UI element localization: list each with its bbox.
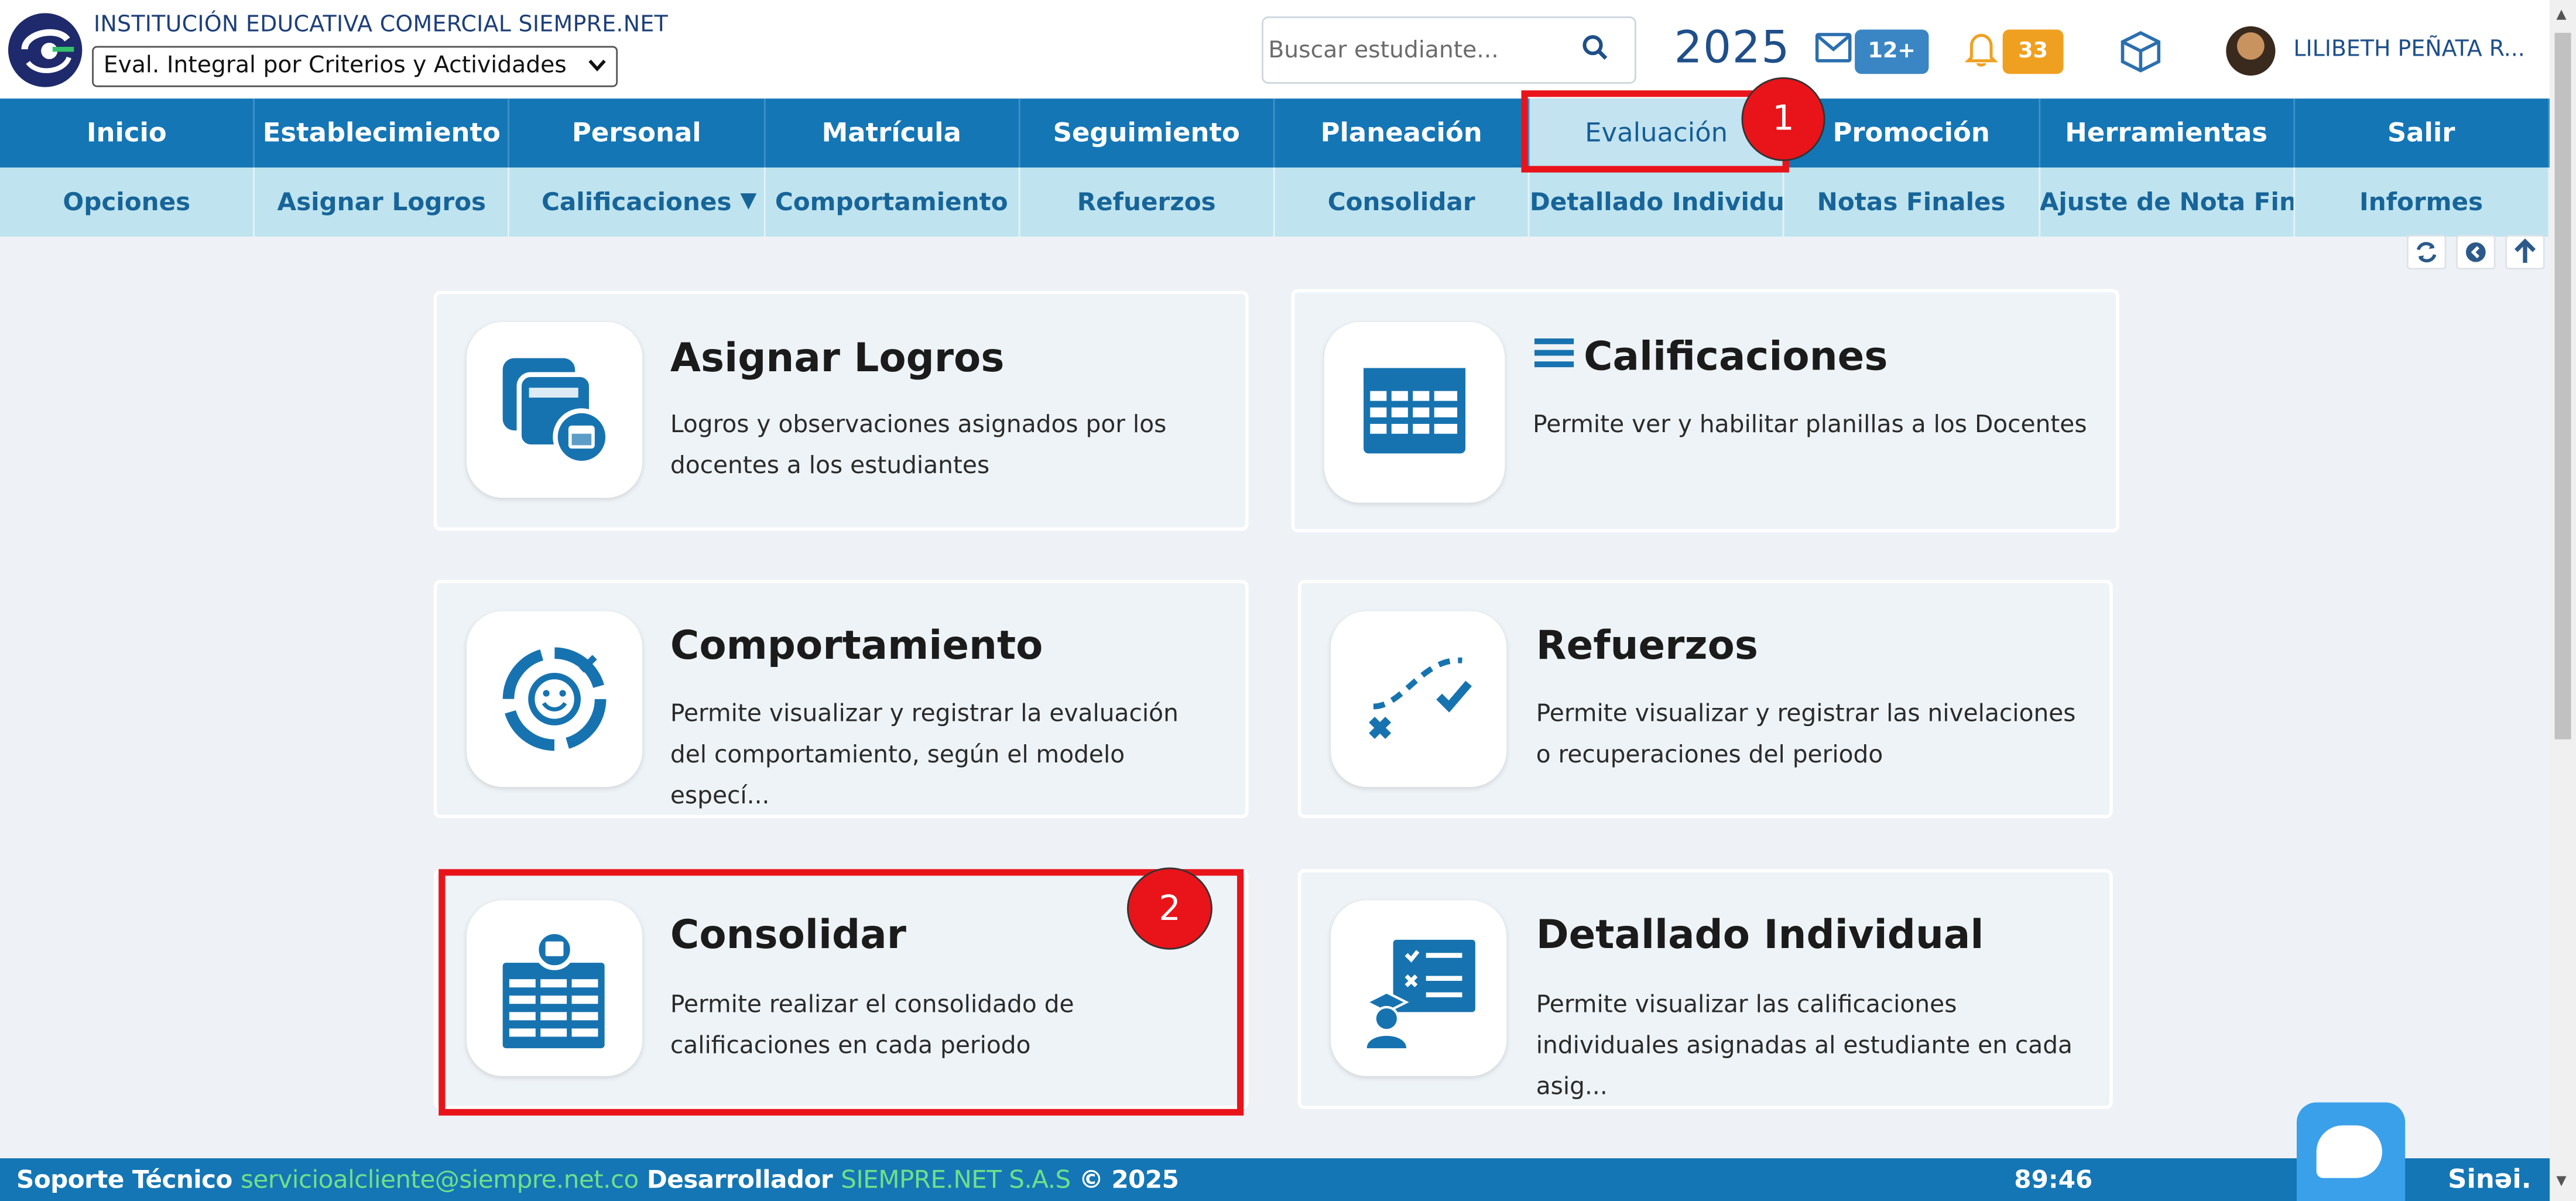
nav-herramientas[interactable]: Herramientas xyxy=(2040,98,2295,168)
card-title: Calificaciones xyxy=(1584,333,1888,380)
brand-logo-text: Sinəi. xyxy=(2448,1163,2532,1195)
refresh-icon xyxy=(2416,242,2437,263)
card-title: Comportamiento xyxy=(670,622,1043,669)
page-scrollbar[interactable]: ▲ ▼ xyxy=(2550,0,2576,1201)
student-search-input[interactable] xyxy=(1268,31,1564,71)
search-box xyxy=(1262,16,1636,84)
caret-down-icon: ▼ xyxy=(740,189,757,214)
main-nav: Inicio Establecimiento Personal Matrícul… xyxy=(0,98,2550,168)
chat-icon xyxy=(2316,1125,2382,1178)
card-icon-box xyxy=(1330,611,1507,787)
session-timer: 89:46 xyxy=(2014,1165,2093,1195)
card-refuerzos[interactable]: Refuerzos Permite visualizar y registrar… xyxy=(1297,580,2113,819)
institution-name: INSTITUCIÓN EDUCATIVA COMERCIAL SIEMPRE.… xyxy=(93,11,669,38)
scroll-top-button[interactable] xyxy=(2505,235,2545,270)
card-icon-box xyxy=(1330,900,1507,1076)
scroll-down-arrow-icon[interactable]: ▼ xyxy=(2556,1173,2566,1188)
card-asignar-logros[interactable]: Asignar Logros Logros y observaciones as… xyxy=(433,290,1249,531)
card-description: Permite ver y habilitar planillas a los … xyxy=(1533,412,2087,439)
top-header: INSTITUCIÓN EDUCATIVA COMERCIAL SIEMPRE.… xyxy=(0,0,2550,99)
mail-count-badge[interactable]: 12+ xyxy=(1855,29,1929,74)
card-description: Permite visualizar las calificaciones in… xyxy=(1536,992,2073,1101)
nav-planeacion[interactable]: Planeación xyxy=(1275,98,1530,168)
card-description: Logros y observaciones asignados por los… xyxy=(670,412,1167,480)
institution-logo[interactable] xyxy=(8,13,83,87)
card-icon-box xyxy=(1324,321,1505,503)
annotation-step-2: 2 xyxy=(1126,867,1212,950)
card-comportamiento[interactable]: Comportamiento Permite visualizar y regi… xyxy=(433,580,1249,819)
card-title: Asignar Logros xyxy=(670,335,1005,381)
sub-nav: Opciones Asignar Logros Calificaciones ▼… xyxy=(0,167,2550,237)
subnav-asignar-logros[interactable]: Asignar Logros xyxy=(255,167,510,237)
page: INSTITUCIÓN EDUCATIVA COMERCIAL SIEMPRE.… xyxy=(0,0,2576,1201)
back-button[interactable] xyxy=(2456,235,2496,270)
support-label: Soporte Técnico xyxy=(16,1165,232,1195)
subnav-detallado-individual[interactable]: Detallado Individual xyxy=(1530,167,1785,237)
bell-icon[interactable] xyxy=(1964,31,1998,74)
school-year[interactable]: 2025 xyxy=(1674,23,1790,74)
reinforcement-curve-icon xyxy=(1369,657,1472,739)
subnav-opciones[interactable]: Opciones xyxy=(0,167,255,237)
back-icon xyxy=(2465,242,2486,262)
nav-inicio[interactable]: Inicio xyxy=(0,98,255,168)
card-detallado-individual[interactable]: Detallado Individual Permite visualizar … xyxy=(1297,869,2113,1109)
achievements-icon xyxy=(502,358,611,466)
subnav-consolidar[interactable]: Consolidar xyxy=(1275,167,1530,237)
nav-matricula[interactable]: Matrícula xyxy=(765,98,1020,168)
scroll-up-arrow-icon[interactable]: ▲ xyxy=(2556,6,2566,21)
hamburger-icon xyxy=(1534,335,1574,378)
subnav-calificaciones-label: Calificaciones xyxy=(541,187,732,217)
support-email-link[interactable]: servicioalcliente@siempre.net.co xyxy=(241,1165,639,1195)
user-avatar[interactable] xyxy=(2226,26,2276,76)
nav-seguimiento[interactable]: Seguimiento xyxy=(1020,98,1275,168)
annotation-box-consolidar xyxy=(439,869,1244,1116)
user-name[interactable]: LILIBETH PEÑATA R... xyxy=(2293,36,2525,63)
student-detail-icon xyxy=(1364,939,1475,1049)
card-description: Permite visualizar y registrar la evalua… xyxy=(670,702,1179,810)
scroll-thumb[interactable] xyxy=(2554,33,2571,740)
behavior-target-icon xyxy=(502,647,607,751)
chevron-down-icon xyxy=(588,54,607,77)
evaluation-type-value: Eval. Integral por Criterios y Actividad… xyxy=(103,52,567,79)
copyright: © 2025 xyxy=(1078,1165,1179,1195)
card-calificaciones[interactable]: Calificaciones Permite ver y habilitar p… xyxy=(1291,289,2119,533)
notification-count-badge[interactable]: 33 xyxy=(2002,29,2064,74)
subnav-comportamiento[interactable]: Comportamiento xyxy=(765,167,1020,237)
developer-link[interactable]: SIEMPRE.NET S.A.S xyxy=(841,1165,1071,1195)
subnav-notas-finales[interactable]: Notas Finales xyxy=(1784,167,2040,237)
card-icon-box xyxy=(466,321,643,498)
box-icon[interactable] xyxy=(2118,28,2164,81)
subnav-informes[interactable]: Informes xyxy=(2294,167,2550,237)
search-icon[interactable] xyxy=(1582,35,1608,67)
chat-button[interactable] xyxy=(2296,1102,2406,1201)
card-description: Permite visualizar y registrar las nivel… xyxy=(1536,702,2076,769)
developer-label: Desarrollador xyxy=(646,1165,833,1195)
annotation-step-1: 1 xyxy=(1741,77,1825,161)
footer: Soporte Técnico servicioalcliente@siempr… xyxy=(0,1158,2550,1201)
grades-table-icon xyxy=(1364,368,1466,454)
footer-text: Soporte Técnico servicioalcliente@siempr… xyxy=(16,1165,1179,1195)
refresh-button[interactable] xyxy=(2406,235,2447,270)
nav-salir[interactable]: Salir xyxy=(2294,98,2550,168)
subnav-calificaciones[interactable]: Calificaciones ▼ xyxy=(510,167,765,237)
up-icon xyxy=(2514,238,2536,263)
nav-establecimiento[interactable]: Establecimiento xyxy=(255,98,510,168)
subnav-ajuste-nota-final[interactable]: Ajuste de Nota Final xyxy=(2040,167,2295,237)
card-title: Detallado Individual xyxy=(1536,912,1984,958)
card-title: Refuerzos xyxy=(1536,622,1758,669)
card-icon-box xyxy=(466,611,643,787)
nav-personal[interactable]: Personal xyxy=(510,98,765,168)
mail-icon[interactable] xyxy=(1815,33,1852,69)
subnav-refuerzos[interactable]: Refuerzos xyxy=(1020,167,1275,237)
evaluation-type-select[interactable]: Eval. Integral por Criterios y Actividad… xyxy=(92,46,618,87)
